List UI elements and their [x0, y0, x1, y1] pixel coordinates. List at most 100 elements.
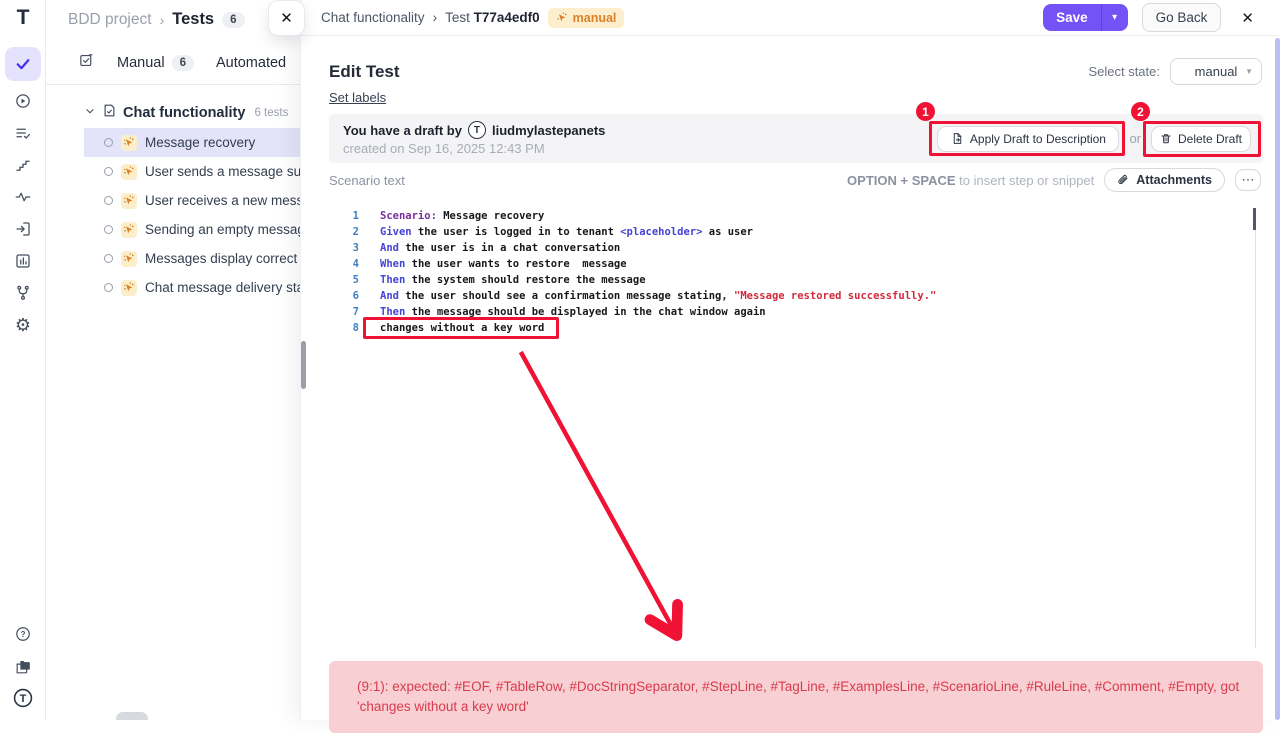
nav-branches-button[interactable]: [5, 277, 41, 309]
tests-panel: BDD project › Tests 6 Manual 6 Automated…: [46, 0, 300, 720]
breadcrumb-section[interactable]: Tests: [172, 10, 214, 29]
gherkin-error-banner: (9:1): expected: #EOF, #TableRow, #DocSt…: [329, 661, 1263, 733]
tests-count-badge: 6: [222, 12, 244, 28]
manual-test-icon: [121, 251, 137, 267]
code-line[interactable]: 8changes without a key word: [301, 320, 1254, 336]
manual-state-badge-label: manual: [573, 11, 617, 25]
nav-pulse-button[interactable]: [5, 181, 41, 213]
set-labels-link[interactable]: Set labels: [329, 90, 386, 105]
code-line[interactable]: 4When the user wants to restore message: [301, 256, 1254, 272]
draft-banner: You have a draft by T liudmylastepanets …: [329, 114, 1263, 163]
editor-scrollbar-track[interactable]: [1255, 208, 1256, 648]
test-list-item[interactable]: User sends a message successfully: [46, 157, 300, 186]
editor-scrollbar-thumb[interactable]: [1253, 208, 1256, 230]
manual-test-icon: [121, 135, 137, 151]
test-status-circle[interactable]: [104, 254, 113, 263]
test-list-item[interactable]: Messages display correct time: [46, 244, 300, 273]
drawer-close-icon[interactable]: ✕: [1241, 9, 1254, 27]
code-line[interactable]: 1Scenario: Message recovery: [301, 208, 1254, 224]
tab-automated[interactable]: Automated: [216, 55, 286, 71]
code-text: Scenario: Message recovery: [359, 208, 544, 224]
divider: [46, 84, 300, 85]
line-number: 8: [301, 320, 359, 336]
line-number: 1: [301, 208, 359, 224]
nav-tests-button[interactable]: [5, 47, 41, 81]
nav-import-button[interactable]: [5, 213, 41, 245]
state-select[interactable]: manual ▼: [1170, 58, 1262, 85]
crumb-folder[interactable]: Chat functionality: [321, 10, 425, 25]
paperclip-icon: [1117, 174, 1129, 187]
breadcrumb-project[interactable]: BDD project: [68, 11, 152, 29]
panel-resize-handle[interactable]: [301, 341, 306, 389]
page-scrollbar[interactable]: [1275, 38, 1280, 720]
code-line[interactable]: 5Then the system should restore the mess…: [301, 272, 1254, 288]
crumb-test-label: Test: [445, 10, 470, 25]
app-logo[interactable]: T: [0, 6, 46, 30]
draft-created: created on Sep 16, 2025 12:43 PM: [343, 141, 605, 156]
play-circle-icon: [14, 92, 32, 110]
scenario-editor[interactable]: 1Scenario: Message recovery2Given the us…: [301, 208, 1254, 336]
nav-settings-button[interactable]: ⚙: [5, 309, 41, 341]
ellipsis-icon: ⋯: [1242, 172, 1255, 188]
save-dropdown-button[interactable]: ▾: [1101, 4, 1128, 31]
test-list-item[interactable]: Chat message delivery status: [46, 273, 300, 302]
test-status-circle[interactable]: [104, 138, 113, 147]
multi-select-icon[interactable]: [78, 52, 95, 74]
test-title: Sending an empty message: [145, 222, 300, 237]
list-check-icon: [14, 124, 32, 142]
docs-button[interactable]: [5, 650, 41, 682]
crumb-test: Test T77a4edf0: [445, 10, 540, 25]
annotation-layer: 1 2: [301, 0, 1280, 720]
nav-runs-button[interactable]: [5, 85, 41, 117]
nav-reports-button[interactable]: [5, 245, 41, 277]
code-line[interactable]: 6And the user should see a confirmation …: [301, 288, 1254, 304]
nav-plans-button[interactable]: [5, 117, 41, 149]
code-text: Then the system should restore the messa…: [359, 272, 646, 288]
code-line[interactable]: 7Then the message should be displayed in…: [301, 304, 1254, 320]
test-status-circle[interactable]: [104, 167, 113, 176]
test-status-circle[interactable]: [104, 196, 113, 205]
attachments-label: Attachments: [1136, 173, 1212, 187]
chevron-down-icon[interactable]: [84, 104, 96, 122]
suite-title[interactable]: Chat functionality: [123, 105, 245, 121]
annotation-arrow: [301, 0, 1280, 720]
line-number: 7: [301, 304, 359, 320]
code-text: Then the message should be displayed in …: [359, 304, 766, 320]
app-rail: T: [0, 0, 46, 720]
tests-panel-close-button[interactable]: ✕: [268, 0, 305, 36]
manual-test-icon: [121, 222, 137, 238]
test-list-item[interactable]: Message recovery: [46, 128, 300, 157]
line-number: 2: [301, 224, 359, 240]
tree-folder-chat-functionality[interactable]: Chat functionality 6 tests: [46, 98, 300, 128]
svg-text:T: T: [20, 693, 27, 705]
go-back-button[interactable]: Go Back: [1142, 3, 1222, 32]
manual-test-icon: [121, 193, 137, 209]
test-list-item[interactable]: User receives a new message: [46, 186, 300, 215]
delete-draft-button[interactable]: Delete Draft: [1151, 126, 1251, 152]
attachments-button[interactable]: Attachments: [1104, 168, 1225, 192]
select-state-label: Select state:: [1088, 64, 1160, 79]
tests-tabs: Manual 6 Automated Outline: [78, 52, 300, 74]
manual-test-icon: [121, 280, 137, 296]
save-button[interactable]: Save: [1043, 4, 1101, 31]
suite-meta: 6 tests: [254, 107, 288, 119]
test-status-circle[interactable]: [104, 225, 113, 234]
test-title: User receives a new message: [145, 193, 300, 208]
help-button[interactable]: ?: [5, 618, 41, 650]
test-list-item[interactable]: Sending an empty message: [46, 215, 300, 244]
apply-draft-button[interactable]: Apply Draft to Description: [937, 126, 1119, 152]
tab-manual-label: Manual: [117, 55, 165, 71]
state-select-value: manual: [1195, 64, 1238, 79]
code-line[interactable]: 2Given the user is logged in to tenant <…: [301, 224, 1254, 240]
editor-hint: OPTION + SPACE to insert step or snippet: [847, 173, 1094, 188]
more-options-button[interactable]: ⋯: [1235, 169, 1261, 191]
tab-automated-label: Automated: [216, 55, 286, 71]
tab-manual[interactable]: Manual 6: [117, 55, 194, 71]
code-line[interactable]: 3And the user is in a chat conversation: [301, 240, 1254, 256]
trash-icon: [1160, 132, 1172, 145]
breadcrumb: BDD project › Tests 6: [68, 10, 245, 29]
profile-avatar[interactable]: T: [5, 682, 41, 714]
test-status-circle[interactable]: [104, 283, 113, 292]
nav-steps-button[interactable]: [5, 149, 41, 181]
crumb-test-id: T77a4edf0: [474, 10, 540, 25]
